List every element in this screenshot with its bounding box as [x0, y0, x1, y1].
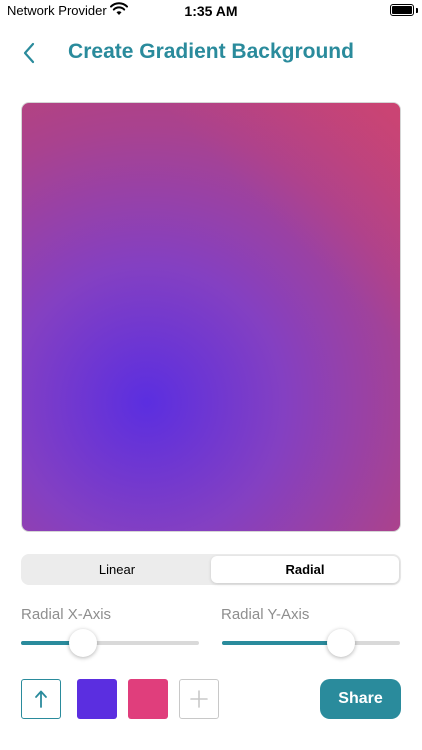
radial-x-label: Radial X-Axis	[21, 606, 112, 623]
battery-icon	[390, 4, 414, 16]
gradient-preview	[21, 102, 401, 532]
radial-y-label: Radial Y-Axis	[221, 606, 310, 623]
slider-track-fill	[222, 641, 341, 645]
arrow-up-icon	[35, 690, 47, 708]
add-color-button[interactable]	[179, 679, 219, 719]
segment-radial[interactable]: Radial	[211, 556, 399, 583]
gradient-type-segmented-control: Linear Radial	[21, 554, 401, 585]
segment-linear[interactable]: Linear	[23, 556, 211, 583]
color-swatch-2[interactable]	[128, 679, 168, 719]
slider-thumb[interactable]	[69, 629, 97, 657]
battery-cap	[416, 8, 418, 13]
radial-y-slider[interactable]	[222, 628, 400, 658]
color-swatch-1[interactable]	[77, 679, 117, 719]
status-time: 1:35 AM	[184, 3, 238, 19]
slider-thumb[interactable]	[327, 629, 355, 657]
gradient-overlay	[22, 103, 400, 531]
share-button[interactable]: Share	[320, 679, 401, 719]
direction-button[interactable]	[21, 679, 61, 719]
radial-x-slider[interactable]	[21, 628, 199, 658]
plus-icon	[190, 690, 208, 708]
status-bar: Network Provider 1:35 AM	[0, 0, 422, 22]
page-title: Create Gradient Background	[68, 40, 354, 63]
